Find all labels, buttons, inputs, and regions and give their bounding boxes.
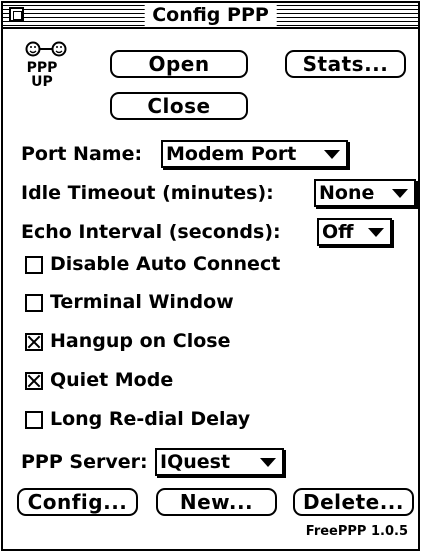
checkbox-label[interactable]: Disable Auto Connect bbox=[50, 252, 280, 276]
port-name-value: Modem Port bbox=[166, 143, 297, 165]
open-button[interactable]: Open bbox=[110, 50, 248, 78]
title-bar[interactable]: Config PPP bbox=[3, 3, 418, 29]
status-line-up: UP bbox=[31, 74, 53, 90]
checkbox[interactable] bbox=[25, 411, 43, 429]
version-label: FreePPP 1.0.5 bbox=[305, 524, 408, 539]
chevron-down-icon bbox=[260, 458, 276, 467]
idle-timeout-value: None bbox=[319, 182, 375, 204]
ppp-server-value: IQuest bbox=[160, 451, 231, 473]
ppp-server-popup[interactable]: IQuest bbox=[155, 448, 284, 476]
checkbox-label[interactable]: Hangup on Close bbox=[50, 329, 231, 353]
checkbox-label[interactable]: Long Re-dial Delay bbox=[50, 407, 250, 431]
connection-status: PPP UP bbox=[17, 61, 67, 89]
close-button[interactable]: Close bbox=[110, 92, 248, 120]
checkbox-label[interactable]: Quiet Mode bbox=[50, 368, 173, 392]
checkbox-checked[interactable] bbox=[25, 333, 43, 351]
port-name-popup[interactable]: Modem Port bbox=[161, 140, 348, 168]
echo-interval-value: Off bbox=[322, 221, 354, 243]
config-button[interactable]: Config... bbox=[17, 488, 138, 516]
checkbox-checked[interactable] bbox=[25, 372, 43, 390]
window-title: Config PPP bbox=[144, 4, 277, 26]
checkbox-label[interactable]: Terminal Window bbox=[50, 290, 234, 314]
checkbox[interactable] bbox=[25, 256, 43, 274]
ppp-server-label: PPP Server: bbox=[21, 451, 148, 473]
idle-timeout-label: Idle Timeout (minutes): bbox=[21, 182, 274, 204]
stats-button[interactable]: Stats... bbox=[285, 50, 406, 78]
connection-icon bbox=[25, 41, 67, 57]
port-name-label: Port Name: bbox=[21, 143, 143, 165]
status-line-ppp: PPP bbox=[26, 60, 58, 76]
chevron-down-icon bbox=[392, 189, 408, 198]
chevron-down-icon bbox=[324, 150, 340, 159]
config-ppp-window: Config PPP PPP UP Open Stats... Close Po… bbox=[1, 1, 420, 551]
echo-interval-label: Echo Interval (seconds): bbox=[21, 221, 281, 243]
delete-button[interactable]: Delete... bbox=[293, 488, 414, 516]
new-button[interactable]: New... bbox=[156, 488, 277, 516]
chevron-down-icon bbox=[368, 228, 384, 237]
echo-interval-popup[interactable]: Off bbox=[317, 218, 392, 246]
checkbox[interactable] bbox=[25, 294, 43, 312]
close-box[interactable] bbox=[9, 7, 24, 22]
idle-timeout-popup[interactable]: None bbox=[314, 179, 416, 207]
